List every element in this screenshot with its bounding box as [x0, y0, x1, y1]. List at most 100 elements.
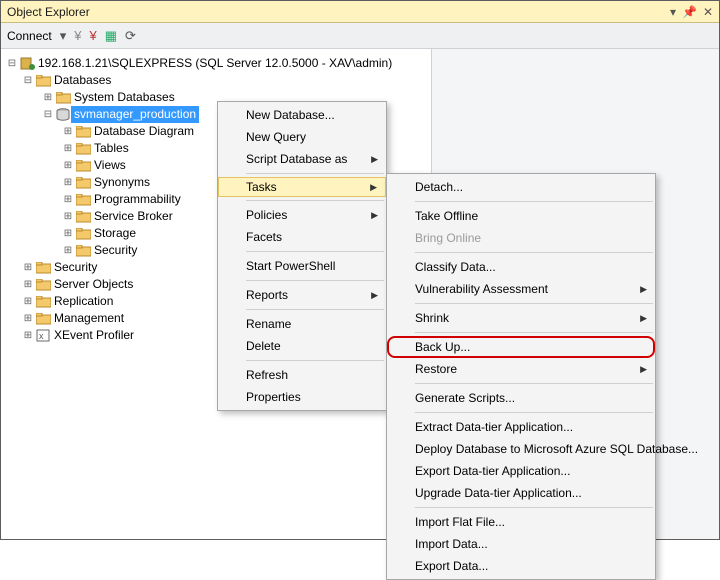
programmability-label: Programmability [91, 191, 184, 208]
close-icon[interactable]: ✕ [703, 5, 713, 19]
menu-import-flat-file[interactable]: Import Flat File... [387, 511, 655, 533]
folder-icon [75, 210, 91, 224]
folder-icon [35, 74, 51, 88]
menu-new-query[interactable]: New Query [218, 126, 386, 148]
menu-upgrade-data-tier[interactable]: Upgrade Data-tier Application... [387, 482, 655, 504]
expand-icon[interactable]: ⊞ [21, 276, 35, 293]
expand-icon[interactable]: ⊞ [61, 174, 75, 191]
views-label: Views [91, 157, 129, 174]
menu-rename[interactable]: Rename [218, 313, 386, 335]
folder-icon [35, 278, 51, 292]
server-icon [19, 57, 35, 71]
folder-icon [55, 91, 71, 105]
expand-icon[interactable]: ⊞ [61, 242, 75, 259]
expand-icon[interactable]: ⊞ [61, 157, 75, 174]
replication-label: Replication [51, 293, 116, 310]
synonyms-label: Synonyms [91, 174, 153, 191]
service-broker-label: Service Broker [91, 208, 176, 225]
disconnect-icon[interactable]: ¥ [74, 28, 81, 43]
dropdown-icon[interactable]: ▾ [670, 5, 676, 19]
folder-icon [75, 193, 91, 207]
menu-separator [246, 251, 384, 252]
menu-separator [246, 360, 384, 361]
folder-icon [75, 142, 91, 156]
tree-node-server[interactable]: ⊟ 192.168.1.21\SQLEXPRESS (SQL Server 12… [5, 55, 427, 72]
menu-bring-online: Bring Online [387, 227, 655, 249]
expand-icon[interactable]: ⊞ [61, 208, 75, 225]
db-security-label: Security [91, 242, 140, 259]
security-label: Security [51, 259, 100, 276]
filter-icon[interactable]: ▦ [105, 28, 117, 44]
connect-button[interactable]: Connect [7, 29, 52, 43]
menu-generate-scripts[interactable]: Generate Scripts... [387, 387, 655, 409]
menu-extract-data-tier[interactable]: Extract Data-tier Application... [387, 416, 655, 438]
menu-script-database-as[interactable]: Script Database as [218, 148, 386, 170]
menu-separator [415, 383, 653, 384]
menu-back-up[interactable]: Back Up... [387, 336, 655, 358]
expand-icon[interactable]: ⊞ [21, 293, 35, 310]
database-icon [55, 108, 71, 122]
collapse-icon[interactable]: ⊟ [21, 72, 35, 89]
menu-refresh[interactable]: Refresh [218, 364, 386, 386]
folder-icon [35, 295, 51, 309]
menu-facets[interactable]: Facets [218, 226, 386, 248]
menu-separator [415, 252, 653, 253]
menu-export-data[interactable]: Export Data... [387, 555, 655, 577]
menu-vulnerability-assessment[interactable]: Vulnerability Assessment [387, 278, 655, 300]
menu-separator [415, 303, 653, 304]
connect-dropdown-icon[interactable]: ▾ [60, 28, 67, 44]
object-explorer-toolbar: Connect ▾ ¥ ¥ ▦ ⟳ [1, 23, 719, 49]
xevent-label: XEvent Profiler [51, 327, 137, 344]
expand-icon[interactable]: ⊞ [21, 327, 35, 344]
system-databases-label: System Databases [71, 89, 178, 106]
expand-icon[interactable]: ⊞ [61, 140, 75, 157]
menu-properties[interactable]: Properties [218, 386, 386, 408]
menu-separator [415, 332, 653, 333]
expand-icon[interactable]: ⊞ [61, 191, 75, 208]
menu-export-data-tier[interactable]: Export Data-tier Application... [387, 460, 655, 482]
menu-take-offline[interactable]: Take Offline [387, 205, 655, 227]
folder-icon [75, 125, 91, 139]
menu-separator [246, 173, 384, 174]
menu-restore[interactable]: Restore [387, 358, 655, 380]
menu-import-data[interactable]: Import Data... [387, 533, 655, 555]
expand-icon[interactable]: ⊞ [21, 259, 35, 276]
menu-reports[interactable]: Reports [218, 284, 386, 306]
management-label: Management [51, 310, 127, 327]
refresh-icon[interactable]: ⟳ [125, 28, 136, 44]
menu-delete[interactable]: Delete [218, 335, 386, 357]
menu-policies[interactable]: Policies [218, 204, 386, 226]
menu-detach[interactable]: Detach... [387, 176, 655, 198]
panel-title: Object Explorer [7, 5, 90, 19]
menu-separator [415, 412, 653, 413]
menu-separator [415, 201, 653, 202]
collapse-icon[interactable]: ⊟ [41, 106, 55, 123]
menu-deploy-azure[interactable]: Deploy Database to Microsoft Azure SQL D… [387, 438, 655, 460]
menu-start-powershell[interactable]: Start PowerShell [218, 255, 386, 277]
menu-classify-data[interactable]: Classify Data... [387, 256, 655, 278]
collapse-icon[interactable]: ⊟ [5, 55, 19, 72]
folder-icon [35, 312, 51, 326]
folder-icon [75, 159, 91, 173]
storage-label: Storage [91, 225, 139, 242]
folder-icon [35, 261, 51, 275]
db-diagrams-label: Database Diagram [91, 123, 197, 140]
xevent-icon: x [35, 329, 51, 343]
tables-label: Tables [91, 140, 132, 157]
disconnect-all-icon[interactable]: ¥ [89, 28, 96, 43]
menu-separator [246, 200, 384, 201]
pin-icon[interactable]: 📌 [682, 5, 697, 19]
expand-icon[interactable]: ⊞ [41, 89, 55, 106]
server-objects-label: Server Objects [51, 276, 136, 293]
expand-icon[interactable]: ⊞ [61, 123, 75, 140]
object-explorer-titlebar: Object Explorer ▾ 📌 ✕ [1, 1, 719, 23]
menu-shrink[interactable]: Shrink [387, 307, 655, 329]
menu-separator [415, 507, 653, 508]
folder-icon [75, 176, 91, 190]
menu-tasks[interactable]: Tasks [218, 177, 386, 197]
menu-new-database[interactable]: New Database... [218, 104, 386, 126]
expand-icon[interactable]: ⊞ [61, 225, 75, 242]
selected-db-label: svmanager_production [71, 106, 199, 123]
tree-node-databases[interactable]: ⊟ Databases [5, 72, 427, 89]
expand-icon[interactable]: ⊞ [21, 310, 35, 327]
